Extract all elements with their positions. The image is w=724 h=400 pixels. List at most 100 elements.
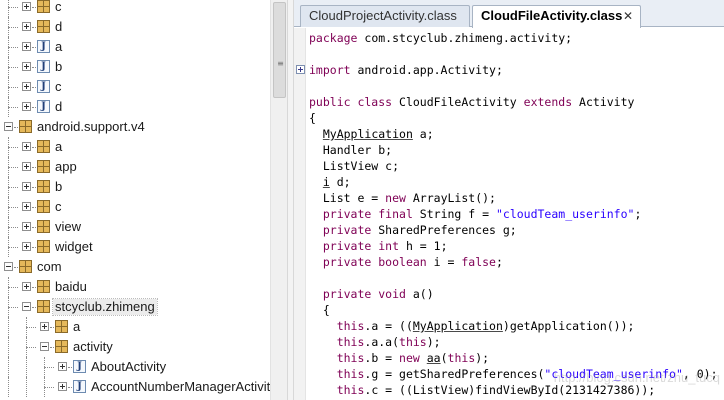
- tree-item-widget[interactable]: widget: [0, 237, 270, 257]
- tree-scroll-thumb[interactable]: ≡: [273, 2, 286, 98]
- tree-item-view[interactable]: view: [0, 217, 270, 237]
- code-line: this.b = new aa(this);: [309, 350, 489, 366]
- scroll-grip-icon: ≡: [277, 59, 284, 68]
- tree-guide-line: [26, 377, 27, 397]
- tree-item-baidu[interactable]: baidu: [0, 277, 270, 297]
- tree-scrollbar[interactable]: ≡: [270, 0, 287, 400]
- tab-label: CloudFileActivity.class: [481, 8, 623, 23]
- tree-item-app[interactable]: app: [0, 157, 270, 177]
- code-keyword: public class: [309, 95, 393, 109]
- tree-guide-line: [8, 207, 18, 208]
- code-text: .g = getSharedPreferences(: [364, 367, 545, 381]
- expand-plus-icon[interactable]: [22, 62, 31, 71]
- tree-guide-line: [32, 247, 36, 248]
- tree-item-label: com: [37, 259, 62, 274]
- package-icon: [19, 260, 32, 273]
- code-text: i =: [426, 255, 462, 269]
- tree-item-android-support-v4[interactable]: android.support.v4: [0, 117, 270, 137]
- code-string: "cloudTeam_userinfo": [544, 367, 683, 381]
- expand-plus-icon[interactable]: [58, 362, 67, 371]
- tree-item-stcyclub-zhimeng[interactable]: stcyclub.zhimeng: [0, 297, 270, 317]
- code-line: Handler b;: [309, 142, 392, 158]
- tree-item-c[interactable]: c: [0, 0, 270, 17]
- code-line: import android.app.Activity;: [309, 62, 503, 78]
- tree-guide-line: [32, 187, 36, 188]
- tree-item-d[interactable]: Jd: [0, 97, 270, 117]
- tab-cloud-file-activity[interactable]: CloudFileActivity.class ✕: [472, 5, 641, 28]
- tree-item-a[interactable]: Ja: [0, 37, 270, 57]
- close-icon[interactable]: ✕: [622, 10, 634, 22]
- tree-guide-line: [8, 337, 9, 357]
- code-text: .a = ((: [364, 319, 413, 333]
- package-icon: [37, 200, 50, 213]
- expand-plus-icon[interactable]: [22, 162, 31, 171]
- tree-item-aboutactivity[interactable]: J AboutActivity: [0, 357, 270, 377]
- tree-item-label: AccountNumberManagerActivit: [91, 379, 270, 394]
- package-icon: [37, 280, 50, 293]
- expand-plus-icon[interactable]: [22, 202, 31, 211]
- expand-plus-icon[interactable]: [22, 42, 31, 51]
- tree-guide-line: [8, 0, 9, 17]
- code-keyword: this: [399, 335, 427, 349]
- tree-guide-line: [32, 147, 36, 148]
- code-line: private SharedPreferences g;: [309, 222, 517, 238]
- expand-plus-icon[interactable]: [22, 242, 31, 251]
- tree-item-a[interactable]: a: [0, 317, 270, 337]
- class-icon: J: [37, 60, 50, 73]
- tree-item-b[interactable]: b: [0, 177, 270, 197]
- expand-plus-icon[interactable]: [22, 102, 31, 111]
- tree-guide-line: [8, 377, 9, 397]
- tree-item-c[interactable]: c: [0, 197, 270, 217]
- fold-expand-icon[interactable]: [296, 65, 305, 74]
- expand-plus-icon[interactable]: [22, 182, 31, 191]
- expand-plus-icon[interactable]: [58, 382, 67, 391]
- code-keyword: this: [336, 319, 365, 333]
- expand-plus-icon[interactable]: [22, 282, 31, 291]
- tree-item-label: c: [55, 79, 62, 94]
- code-line: this.a = ((MyApplication)getApplication(…: [309, 318, 635, 334]
- expand-plus-icon[interactable]: [22, 142, 31, 151]
- tree-item-accountnumbermanageractivit[interactable]: J AccountNumberManagerActivit: [0, 377, 270, 397]
- tree-item-activity[interactable]: activity: [0, 337, 270, 357]
- tree-guide-line: [32, 227, 36, 228]
- tree-item-com[interactable]: com: [0, 257, 270, 277]
- tree-item-label: activity: [73, 339, 113, 354]
- code-text: .c = ((ListView)findViewById(2131427386)…: [364, 383, 656, 397]
- tab-cloud-project-activity[interactable]: CloudProjectActivity.class: [300, 5, 470, 27]
- tree-item-a[interactable]: a: [0, 137, 270, 157]
- collapse-minus-icon[interactable]: [22, 302, 31, 311]
- tree-item-b[interactable]: Jb: [0, 57, 270, 77]
- code-line: MyApplication a;: [309, 126, 434, 142]
- collapse-minus-icon[interactable]: [4, 122, 13, 131]
- tree-item-d[interactable]: d: [0, 17, 270, 37]
- tree-guide-line: [8, 227, 18, 228]
- code-text: {: [309, 111, 316, 125]
- code-string: "cloudTeam_userinfo": [495, 207, 635, 221]
- expand-plus-icon[interactable]: [22, 222, 31, 231]
- tree-guide-line: [14, 267, 18, 268]
- collapse-minus-icon[interactable]: [40, 342, 49, 351]
- tree-item-label: AboutActivity: [91, 359, 167, 374]
- package-icon: [37, 220, 50, 233]
- expand-plus-icon[interactable]: [40, 322, 49, 331]
- tree-item-c[interactable]: Jc: [0, 77, 270, 97]
- code-keyword: private: [322, 223, 372, 237]
- code-area[interactable]: package com.stcyclub.zhimeng.activity; im…: [309, 30, 724, 400]
- expand-plus-icon[interactable]: [22, 82, 31, 91]
- package-icon: [37, 240, 50, 253]
- tab-label: CloudProjectActivity.class: [309, 8, 457, 23]
- tree-guide-line: [50, 347, 54, 348]
- tree-item-label: app: [55, 159, 77, 174]
- tree-guide-line: [14, 127, 18, 128]
- expand-plus-icon[interactable]: [22, 22, 31, 31]
- tree-guide-line: [32, 87, 36, 88]
- expand-plus-icon[interactable]: [22, 2, 31, 11]
- collapse-minus-icon[interactable]: [4, 262, 13, 271]
- panel-splitter[interactable]: [287, 0, 294, 400]
- tree-guide-line: [8, 287, 18, 288]
